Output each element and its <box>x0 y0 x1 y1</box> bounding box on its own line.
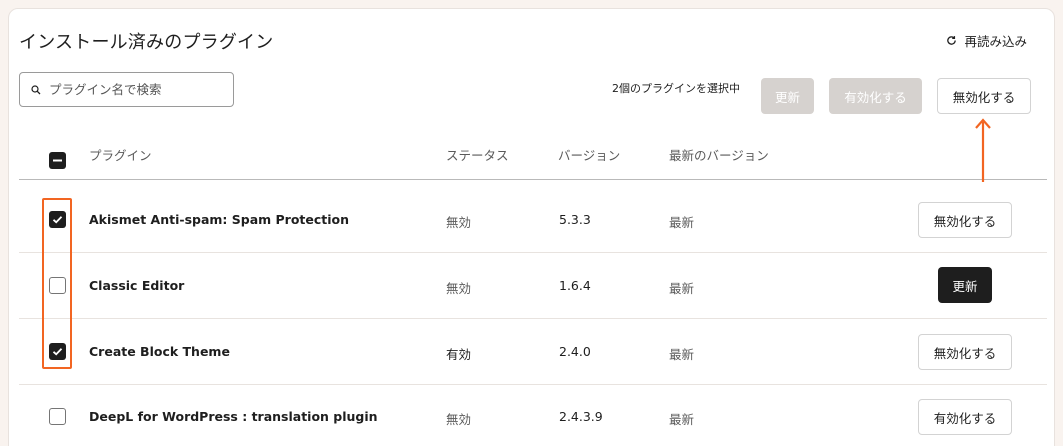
plugin-latest: 最新 <box>669 347 695 362</box>
column-header-status: ステータス <box>446 148 509 163</box>
plugin-name: Classic Editor <box>89 278 185 293</box>
table-row: Classic Editor 無効 1.6.4 最新 更新 <box>19 253 1047 319</box>
search-input[interactable] <box>49 82 219 97</box>
column-header-latest-version: 最新のバージョン <box>669 148 769 163</box>
row-activate-button[interactable]: 有効化する <box>918 399 1012 435</box>
plugin-version: 2.4.3.9 <box>559 409 603 424</box>
plugin-status: 無効 <box>446 281 472 296</box>
select-all-checkbox[interactable] <box>49 152 66 169</box>
plugin-latest: 最新 <box>669 412 695 427</box>
plugin-version: 5.3.3 <box>559 212 591 227</box>
checkbox-highlight-box <box>42 198 72 369</box>
column-header-version: バージョン <box>558 148 621 163</box>
arrow-up-icon <box>974 118 992 188</box>
selected-count-text: 2個のプラグインを選択中 <box>612 82 740 95</box>
plugin-version: 1.6.4 <box>559 278 591 293</box>
table-row: Akismet Anti-spam: Spam Protection 無効 5.… <box>19 187 1047 253</box>
bulk-deactivate-button[interactable]: 無効化する <box>937 78 1031 114</box>
row-deactivate-button[interactable]: 無効化する <box>918 202 1012 238</box>
plugin-version: 2.4.0 <box>559 344 591 359</box>
table-row: Create Block Theme 有効 2.4.0 最新 無効化する <box>19 319 1047 385</box>
plugin-latest: 最新 <box>669 281 695 296</box>
reload-icon <box>946 35 957 46</box>
bulk-update-button[interactable]: 更新 <box>761 78 814 114</box>
row-checkbox[interactable] <box>49 408 66 425</box>
table-header: プラグイン ステータス バージョン 最新のバージョン <box>19 138 1047 180</box>
plugin-latest: 最新 <box>669 215 695 230</box>
plugin-status: 有効 <box>446 347 472 362</box>
bulk-activate-button[interactable]: 有効化する <box>829 78 922 114</box>
plugin-name: Akismet Anti-spam: Spam Protection <box>89 212 350 227</box>
plugin-name: DeepL for WordPress : translation plugin <box>89 409 378 424</box>
plugin-status: 無効 <box>446 412 472 427</box>
search-box[interactable] <box>19 72 234 107</box>
reload-button[interactable]: 再読み込み <box>946 31 1027 50</box>
row-deactivate-button[interactable]: 無効化する <box>918 334 1012 370</box>
plugin-status: 無効 <box>446 215 472 230</box>
row-update-button[interactable]: 更新 <box>938 267 992 303</box>
table-row: DeepL for WordPress : translation plugin… <box>19 385 1047 446</box>
plugin-name: Create Block Theme <box>89 344 230 359</box>
column-header-plugin: プラグイン <box>89 148 152 163</box>
search-icon <box>31 80 41 99</box>
page-title: インストール済みのプラグイン <box>19 32 274 53</box>
minus-icon <box>53 159 62 162</box>
reload-label: 再読み込み <box>964 34 1027 49</box>
